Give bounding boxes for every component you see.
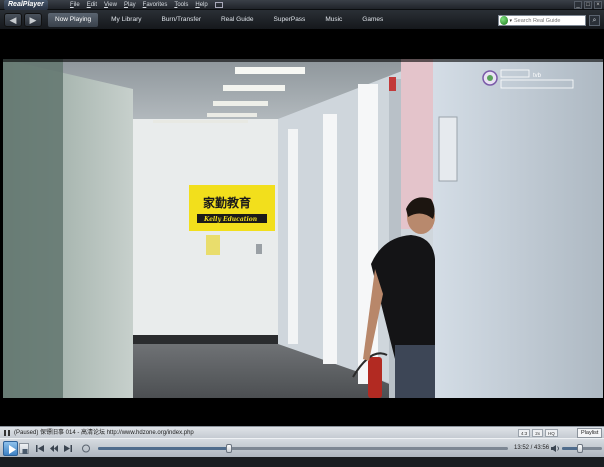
- menu-file[interactable]: File: [70, 0, 80, 10]
- broadcaster-logo: tvb: [482, 69, 574, 89]
- menu-help[interactable]: Help: [195, 0, 207, 10]
- watermark-text: tvb: [533, 73, 542, 79]
- mute-icon[interactable]: [550, 444, 560, 453]
- menu-view[interactable]: View: [104, 0, 117, 10]
- tab-strip: Now Playing My Library Burn/Transfer Rea…: [48, 13, 396, 27]
- status-bar: (Paused) 保镖旧事 014 - 高清论坛 http://www.hdzo…: [0, 426, 604, 438]
- menu-play[interactable]: Play: [124, 0, 136, 10]
- playlist-button[interactable]: Playlist: [577, 428, 603, 438]
- shuffle-icon[interactable]: [81, 444, 91, 453]
- next-icon[interactable]: [63, 444, 73, 453]
- status-mini-buttons: 4:3 2x HQ: [518, 429, 558, 437]
- tab-now-playing[interactable]: Now Playing: [48, 13, 99, 27]
- tab-superpass[interactable]: SuperPass: [267, 13, 313, 27]
- tab-my-library[interactable]: My Library: [104, 13, 148, 27]
- volume-slider[interactable]: [562, 444, 602, 453]
- tab-burn-transfer[interactable]: Burn/Transfer: [154, 13, 208, 27]
- message-icon[interactable]: [214, 2, 223, 8]
- seek-progress: [98, 447, 230, 450]
- play-icon: [9, 445, 16, 454]
- quality-button[interactable]: HQ: [545, 429, 558, 437]
- minimize-button[interactable]: _: [574, 1, 582, 9]
- navigation-bar: ◀ ▶ Now Playing My Library Burn/Transfer…: [0, 10, 604, 30]
- sign-text-en: Kelly Education: [203, 216, 257, 223]
- video-frame[interactable]: 家勤教育 Kelly Education tvb: [3, 59, 603, 398]
- volume-thumb[interactable]: [577, 444, 583, 453]
- tab-music[interactable]: Music: [318, 13, 349, 27]
- menu-tools[interactable]: Tools: [174, 0, 188, 10]
- menu-favorites[interactable]: Favorites: [143, 0, 168, 10]
- previous-icon[interactable]: [35, 444, 45, 453]
- search-input[interactable]: [513, 16, 585, 25]
- search-button[interactable]: ⌕: [589, 15, 600, 26]
- history-buttons: ◀ ▶: [4, 13, 42, 27]
- title-bar: RealPlayer File Edit View Play Favorites…: [0, 0, 604, 10]
- maximize-button[interactable]: □: [584, 1, 592, 9]
- menu-bar: File Edit View Play Favorites Tools Help: [70, 0, 223, 10]
- tab-games[interactable]: Games: [355, 13, 390, 27]
- stop-button[interactable]: [19, 443, 29, 454]
- search-engine-icon[interactable]: [500, 16, 509, 25]
- window-bottom-edge: [0, 457, 604, 467]
- rewind-icon[interactable]: [49, 444, 59, 453]
- aspect-ratio-button[interactable]: 4:3: [518, 429, 531, 437]
- seek-bar[interactable]: [98, 444, 508, 453]
- app-logo: RealPlayer: [4, 0, 48, 10]
- zoom-button[interactable]: 2x: [532, 429, 544, 437]
- window-controls: _ □ ×: [574, 1, 602, 9]
- pause-icon: [4, 430, 10, 436]
- sign-text-cn: 家勤教育: [203, 195, 251, 210]
- seek-thumb[interactable]: [226, 444, 233, 453]
- stop-icon: [22, 449, 28, 454]
- menu-edit[interactable]: Edit: [87, 0, 97, 10]
- time-display: 13:52 / 43:56: [514, 445, 550, 451]
- play-button[interactable]: [3, 441, 18, 456]
- search-box: ▾: [498, 15, 586, 26]
- chevron-down-icon[interactable]: ▾: [509, 18, 512, 24]
- transport-controls: 13:52 / 43:56: [0, 438, 604, 457]
- video-scene: 家勤教育 Kelly Education: [3, 59, 603, 398]
- close-button[interactable]: ×: [594, 1, 602, 9]
- back-button[interactable]: ◀: [4, 13, 22, 27]
- forward-button[interactable]: ▶: [24, 13, 42, 27]
- tab-real-guide[interactable]: Real Guide: [214, 13, 261, 27]
- video-display[interactable]: 家勤教育 Kelly Education tvb: [0, 31, 604, 426]
